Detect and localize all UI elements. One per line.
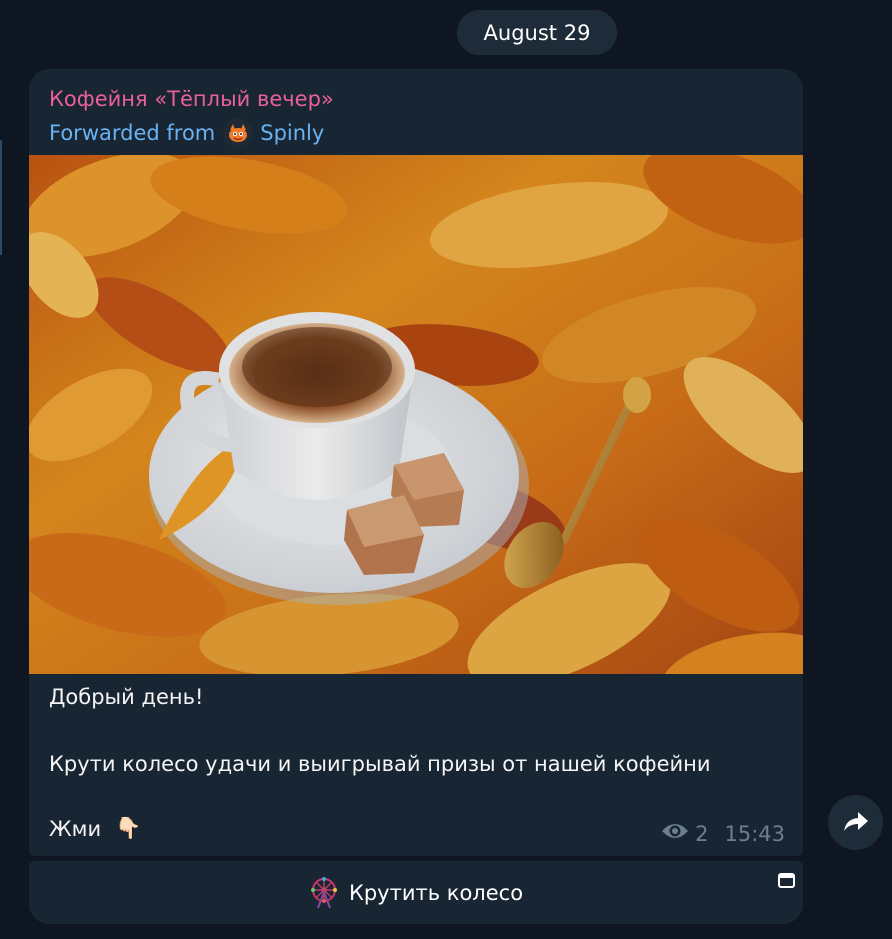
share-button[interactable] — [828, 795, 883, 850]
coffee-photo[interactable] — [29, 155, 803, 674]
date-divider: August 29 — [457, 10, 617, 55]
spinly-avatar-icon — [223, 118, 254, 148]
spin-wheel-label: Крутить колесо — [348, 880, 524, 905]
forwarded-name: Spinly — [260, 121, 325, 145]
message-line-body: Крути колесо удачи и выигрывай призы от … — [49, 752, 711, 776]
message-time: 15:43 — [724, 821, 785, 846]
message-meta: 2 15:43 — [661, 821, 785, 846]
message-bubble[interactable]: Кофейня «Тёплый вечер» Forwarded from Sp… — [29, 69, 803, 856]
forwarded-header[interactable]: Forwarded from Spinly — [49, 118, 324, 148]
share-arrow-icon — [843, 810, 869, 836]
spin-wheel-button[interactable]: Крутить колесо — [29, 861, 803, 924]
views-count: 2 — [695, 821, 709, 846]
webapp-window-icon — [778, 869, 795, 893]
pointing-down-emoji: 👇🏻 — [115, 816, 142, 840]
eye-icon — [661, 821, 689, 846]
message-line-cta: Жми 👇🏻 — [49, 816, 141, 841]
chat-list-edge — [0, 140, 2, 255]
message-line-greeting: Добрый день! — [49, 685, 204, 709]
message-line-cta-text: Жми — [49, 816, 102, 841]
forwarded-prefix: Forwarded from — [49, 121, 216, 145]
sender-name[interactable]: Кофейня «Тёплый вечер» — [49, 87, 334, 111]
ferris-wheel-icon — [309, 876, 339, 909]
